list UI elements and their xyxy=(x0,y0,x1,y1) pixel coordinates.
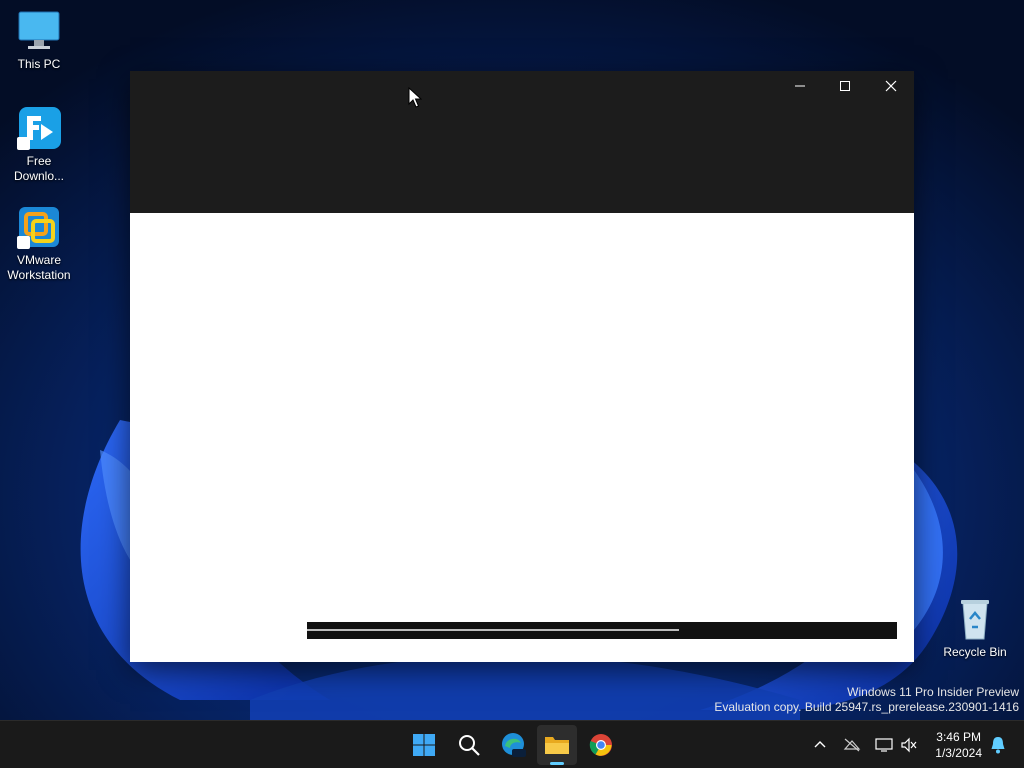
taskbar-clock[interactable]: 3:46 PM 1/3/2024 xyxy=(935,729,982,761)
desktop-icon-label: VMware Workstation xyxy=(7,253,71,282)
edge-beta-icon xyxy=(502,733,526,757)
search-button[interactable] xyxy=(449,725,489,765)
notifications-button[interactable] xyxy=(986,733,1010,757)
display-button[interactable] xyxy=(872,733,896,757)
desktop-icon-this-pc[interactable]: This PC xyxy=(1,9,77,72)
desktop-icon-label: This PC xyxy=(17,57,61,71)
clock-date: 1/3/2024 xyxy=(935,746,982,760)
taskbar-file-explorer[interactable] xyxy=(537,725,577,765)
progress-fill xyxy=(307,629,679,631)
show-hidden-icons-button[interactable] xyxy=(808,733,832,757)
desktop-icon-label: Free Downlo... xyxy=(13,154,65,183)
progress-bar xyxy=(307,622,897,639)
volume-muted-icon xyxy=(901,737,917,753)
network-off-icon xyxy=(843,738,861,752)
desktop-icon-label: Recycle Bin xyxy=(943,645,1007,659)
shortcut-arrow-icon xyxy=(17,137,30,150)
watermark-line-2: Evaluation copy. Build 25947.rs_prerelea… xyxy=(714,700,1019,714)
display-icon xyxy=(875,738,893,752)
desktop-icon-free-download-manager[interactable]: Free Downlo... xyxy=(1,106,77,184)
evaluation-watermark: Windows 11 Pro Insider Preview Evaluatio… xyxy=(714,685,1019,715)
maximize-button[interactable] xyxy=(822,71,868,101)
start-button[interactable] xyxy=(404,725,444,765)
taskbar-chrome[interactable] xyxy=(581,725,621,765)
window-titlebar[interactable] xyxy=(130,71,914,213)
shortcut-arrow-icon xyxy=(17,236,30,249)
close-icon xyxy=(885,80,897,92)
taskbar-edge-beta[interactable] xyxy=(493,725,533,765)
desktop-icon-recycle-bin[interactable]: Recycle Bin xyxy=(937,597,1013,660)
maximize-icon xyxy=(840,81,850,91)
file-explorer-icon xyxy=(545,737,569,754)
start-icon xyxy=(413,734,435,756)
clock-time: 3:46 PM xyxy=(936,730,981,744)
minimize-button[interactable] xyxy=(777,71,823,101)
mouse-cursor-icon xyxy=(408,87,422,108)
desktop-icon-vmware[interactable]: VMware Workstation xyxy=(1,205,77,283)
minimize-icon xyxy=(795,85,805,87)
free-download-manager-icon xyxy=(17,106,61,150)
close-button[interactable] xyxy=(868,71,914,101)
volume-button[interactable] xyxy=(897,733,921,757)
app-window[interactable] xyxy=(130,71,914,662)
vmware-icon xyxy=(17,205,61,249)
watermark-line-1: Windows 11 Pro Insider Preview xyxy=(847,685,1019,699)
this-pc-icon xyxy=(17,9,61,53)
search-icon xyxy=(459,735,480,756)
chrome-icon xyxy=(589,734,612,756)
network-status-button[interactable] xyxy=(840,733,864,757)
taskbar: 3:46 PM 1/3/2024 xyxy=(0,720,1024,768)
chevron-up-icon xyxy=(814,741,826,748)
recycle-bin-icon xyxy=(953,597,997,641)
active-app-indicator xyxy=(550,762,564,765)
bell-icon xyxy=(991,737,1005,754)
